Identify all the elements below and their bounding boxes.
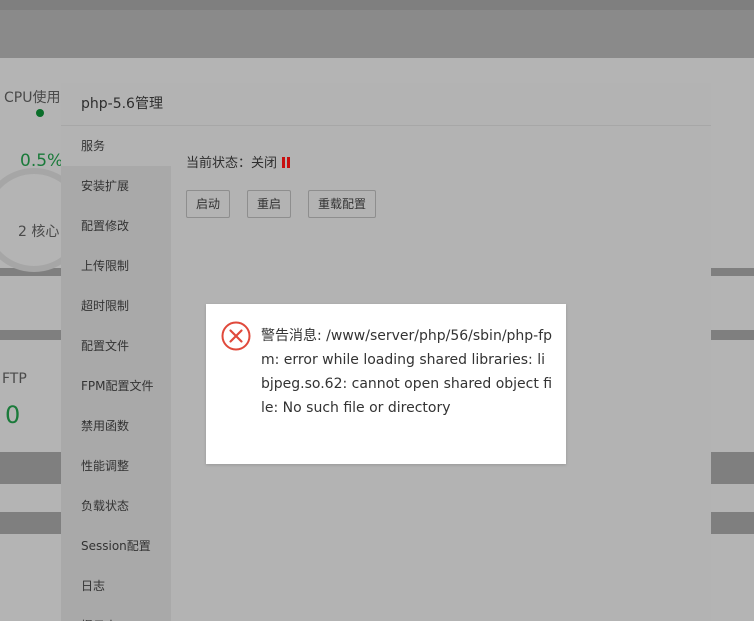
sidebar-item-timeout-limit[interactable]: 超时限制 [61,286,171,326]
cpu-value: 0.5% [20,151,64,171]
cpu-gauge-dot [36,109,44,117]
sidebar-item-performance[interactable]: 性能调整 [61,446,171,486]
start-button[interactable]: 启动 [186,190,231,218]
error-icon [221,321,251,351]
sidebar-item-config-edit[interactable]: 配置修改 [61,206,171,246]
cpu-label: CPU使用 [4,90,61,106]
top-bar [0,10,754,58]
sidebar-item-slow-logs[interactable]: 慢日志 [61,606,171,621]
sidebar-item-service[interactable]: 服务 [61,126,171,166]
cpu-cores: 2 核心 [18,224,60,240]
sidebar-item-disabled-functions[interactable]: 禁用函数 [61,406,171,446]
sidebar-item-load-status[interactable]: 负载状态 [61,486,171,526]
sidebar-item-config-file[interactable]: 配置文件 [61,326,171,366]
sidebar-item-logs[interactable]: 日志 [61,566,171,606]
status-text: 当前状态：关闭 [186,156,278,171]
sidebar-item-session-config[interactable]: Session配置 [61,526,171,566]
ftp-value: 0 [5,401,21,429]
sidebar-item-upload-limit[interactable]: 上传限制 [61,246,171,286]
stopped-pause-icon [282,157,291,168]
modal-title: php-5.6管理 [61,83,711,126]
modal-sidebar: 服务 安装扩展 配置修改 上传限制 超时限制 配置文件 FPM配置文件 禁用函数… [61,126,171,621]
alert-message: 警告消息: /www/server/php/56/sbin/php-fpm: e… [261,328,553,416]
restart-button[interactable]: 重启 [247,190,292,218]
service-status: 当前状态：关闭 [186,152,291,171]
ftp-label: FTP [2,371,27,387]
sidebar-item-install-extensions[interactable]: 安装扩展 [61,166,171,206]
error-alert-dialog: 警告消息: /www/server/php/56/sbin/php-fpm: e… [206,304,566,464]
sidebar-item-fpm-config-file[interactable]: FPM配置文件 [61,366,171,406]
reload-config-button[interactable]: 重载配置 [308,190,377,218]
